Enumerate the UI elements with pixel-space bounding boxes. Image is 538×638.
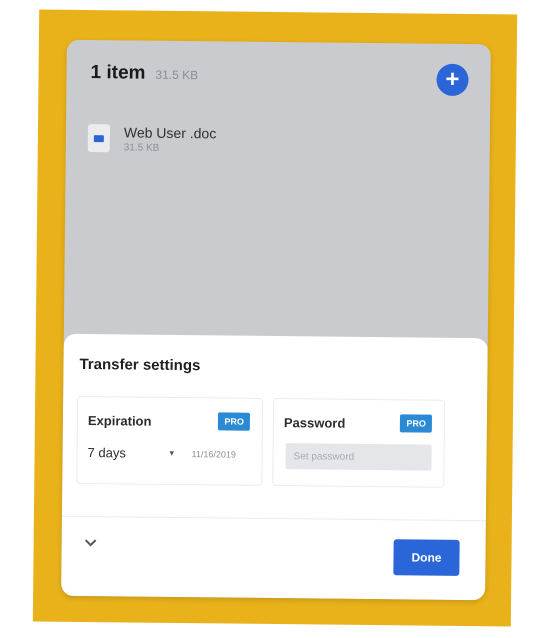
file-name: Web User .doc xyxy=(123,124,217,142)
plus-icon: + xyxy=(445,65,460,93)
password-input[interactable] xyxy=(285,443,432,471)
transfer-panel: 1 item 31.5 KB + Web User .doc 31.5 KB T… xyxy=(61,39,491,601)
expiration-select[interactable]: 7 days xyxy=(88,445,126,460)
caret-down-icon[interactable]: ▾ xyxy=(170,448,175,459)
divider xyxy=(61,515,486,522)
item-count: 1 item xyxy=(90,62,146,84)
chevron-down-icon[interactable] xyxy=(84,536,98,550)
screenshot-stage: 1 item 31.5 KB + Web User .doc 31.5 KB T… xyxy=(0,0,538,638)
item-summary: 1 item 31.5 KB xyxy=(90,62,198,85)
total-size: 31.5 KB xyxy=(155,67,199,83)
file-info: Web User .doc 31.5 KB xyxy=(124,124,217,154)
file-size: 31.5 KB xyxy=(123,142,160,154)
done-button[interactable]: Done xyxy=(393,539,460,576)
pro-badge: PRO xyxy=(218,412,251,431)
pro-badge: PRO xyxy=(400,414,432,433)
file-list-item[interactable]: Web User .doc 31.5 KB xyxy=(87,124,217,154)
expiration-date: 11/16/2019 xyxy=(191,449,237,460)
password-setting: Password PRO xyxy=(272,397,446,488)
transfer-settings-sheet: Transfer settings Expiration PRO 7 days … xyxy=(61,333,488,601)
expiration-setting[interactable]: Expiration PRO 7 days ▾ 11/16/2019 xyxy=(76,395,264,486)
document-icon xyxy=(87,124,111,153)
add-files-button[interactable]: + xyxy=(436,63,469,97)
password-label: Password xyxy=(283,415,346,431)
sheet-title: Transfer settings xyxy=(79,355,201,375)
yellow-frame: 1 item 31.5 KB + Web User .doc 31.5 KB T… xyxy=(32,9,518,627)
expiration-label: Expiration xyxy=(87,413,152,429)
